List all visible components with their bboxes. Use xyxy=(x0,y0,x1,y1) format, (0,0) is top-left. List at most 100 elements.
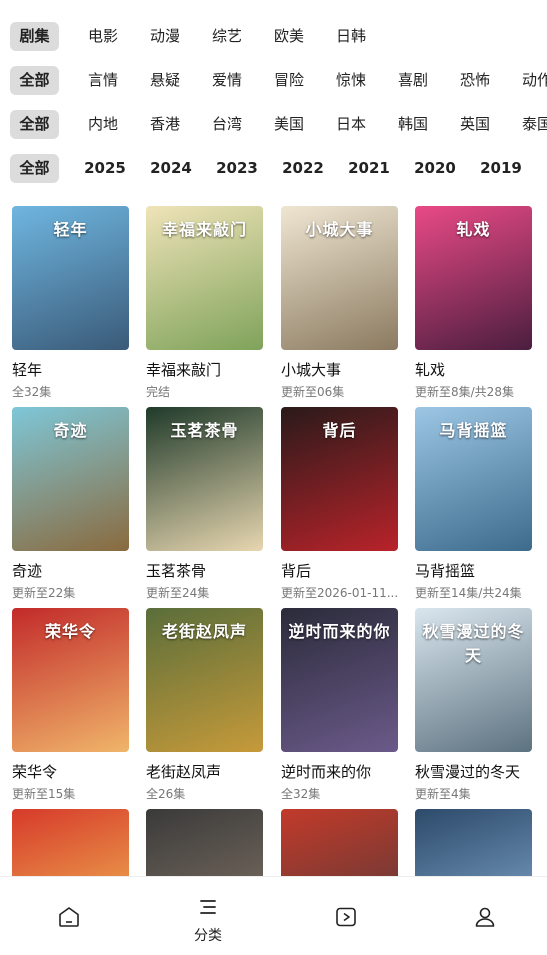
filter-chip-region-8[interactable]: 泰国 xyxy=(506,110,547,139)
show-poster[interactable]: 轧戏 xyxy=(415,206,532,350)
show-title: 奇迹 xyxy=(12,562,43,580)
filter-chip-region-1[interactable]: 内地 xyxy=(72,110,134,139)
filter-chip-year-3[interactable]: 2023 xyxy=(204,154,270,183)
poster-title-art: 逆时而来的你 xyxy=(288,622,391,641)
show-poster[interactable]: 逆时而来的你 xyxy=(281,608,398,752)
poster-title-art: 马背摇篮 xyxy=(439,421,508,440)
show-poster[interactable]: 马背摇篮 xyxy=(415,407,532,551)
filter-chip-genre-1[interactable]: 言情 xyxy=(72,66,134,95)
filter-chip-genre-3[interactable]: 爱情 xyxy=(196,66,258,95)
show-card[interactable] xyxy=(281,809,399,876)
filter-chip-genre-6[interactable]: 喜剧 xyxy=(382,66,444,95)
filter-row-category: 剧集 电影 动漫 综艺 欧美 日韩 xyxy=(0,14,547,58)
filter-chip-year-6[interactable]: 2020 xyxy=(402,154,468,183)
show-episode-status: 更新至22集 xyxy=(12,586,76,600)
filter-chip-region-0[interactable]: 全部 xyxy=(10,109,59,139)
show-episode-status: 全26集 xyxy=(146,787,186,801)
show-poster[interactable] xyxy=(12,809,129,876)
show-poster[interactable] xyxy=(146,809,263,876)
filter-row-genre: 全部 言情 悬疑 爱情 冒险 惊悚 喜剧 恐怖 动作 xyxy=(0,58,547,102)
show-card[interactable]: 玉茗茶骨 玉茗茶骨 更新至24集 xyxy=(146,407,264,601)
filter-chip-category-1[interactable]: 电影 xyxy=(72,22,134,51)
show-card[interactable] xyxy=(415,809,533,876)
show-card[interactable]: 秋雪漫过的冬天 秋雪漫过的冬天 更新至4集 xyxy=(415,608,533,802)
filter-chip-year-2[interactable]: 2024 xyxy=(138,154,204,183)
show-card[interactable]: 轻年 轻年 全32集 xyxy=(12,206,130,400)
show-poster[interactable]: 奇迹 xyxy=(12,407,129,551)
tab-category-label: 分类 xyxy=(194,928,222,944)
show-episode-status: 更新至06集 xyxy=(281,385,345,399)
filter-chip-region-5[interactable]: 日本 xyxy=(320,110,382,139)
poster-title-art: 幸福来敲门 xyxy=(161,220,247,239)
filter-panel: 剧集 电影 动漫 综艺 欧美 日韩 全部 言情 悬疑 爱情 冒险 惊悚 喜剧 恐怖 动作 全部 内地 香港 台湾… xyxy=(0,14,547,190)
poster-title-art: 老街赵凤声 xyxy=(161,622,247,641)
filter-chip-year-5[interactable]: 2021 xyxy=(336,154,402,183)
tab-home[interactable] xyxy=(34,877,104,955)
show-poster[interactable]: 玉茗茶骨 xyxy=(146,407,263,551)
play-icon xyxy=(336,907,356,927)
filter-chip-year-1[interactable]: 2025 xyxy=(72,154,138,183)
filter-chip-genre-2[interactable]: 悬疑 xyxy=(134,66,196,95)
tab-play[interactable] xyxy=(311,877,381,955)
show-title: 轧戏 xyxy=(415,361,446,379)
poster-title-art: 奇迹 xyxy=(53,421,88,440)
show-title: 逆时而来的你 xyxy=(281,763,372,781)
show-poster[interactable]: 荣华令 xyxy=(12,608,129,752)
show-card[interactable]: 小城大事 小城大事 更新至06集 xyxy=(281,206,399,400)
show-episode-status: 全32集 xyxy=(281,787,321,801)
filter-chip-year-7[interactable]: 2019 xyxy=(468,154,534,183)
show-poster[interactable]: 秋雪漫过的冬天 xyxy=(415,608,532,752)
filter-chip-genre-5[interactable]: 惊悚 xyxy=(320,66,382,95)
filter-chip-region-6[interactable]: 韩国 xyxy=(382,110,444,139)
show-episode-status: 更新至8集/共28集 xyxy=(415,385,514,399)
show-episode-status: 更新至4集 xyxy=(415,787,471,801)
show-title: 轻年 xyxy=(12,361,43,379)
show-card[interactable]: 逆时而来的你 逆时而来的你 全32集 xyxy=(281,608,399,802)
show-poster[interactable]: 背后 xyxy=(281,407,398,551)
show-poster[interactable]: 幸福来敲门 xyxy=(146,206,263,350)
filter-chip-region-2[interactable]: 香港 xyxy=(134,110,196,139)
bottom-tab-bar: 分类 xyxy=(0,876,547,955)
filter-chip-category-2[interactable]: 动漫 xyxy=(134,22,196,51)
show-title: 幸福来敲门 xyxy=(146,361,222,379)
show-card[interactable]: 老街赵凤声 老街赵凤声 全26集 xyxy=(146,608,264,802)
show-poster[interactable]: 老街赵凤声 xyxy=(146,608,263,752)
filter-chip-region-4[interactable]: 美国 xyxy=(258,110,320,139)
show-card[interactable]: 幸福来敲门 幸福来敲门 完结 xyxy=(146,206,264,400)
show-poster[interactable]: 小城大事 xyxy=(281,206,398,350)
show-title: 马背摇篮 xyxy=(415,562,476,580)
show-episode-status: 完结 xyxy=(146,385,171,399)
filter-chip-genre-8[interactable]: 动作 xyxy=(506,66,547,95)
show-card[interactable]: 马背摇篮 马背摇篮 更新至14集/共24集 xyxy=(415,407,533,601)
poster-title-art: 轻年 xyxy=(53,220,88,239)
filter-chip-category-0[interactable]: 剧集 xyxy=(10,21,59,51)
filter-chip-genre-4[interactable]: 冒险 xyxy=(258,66,320,95)
filter-chip-genre-0[interactable]: 全部 xyxy=(10,65,59,95)
filter-chip-year-0[interactable]: 全部 xyxy=(10,153,59,183)
show-poster[interactable]: 轻年 xyxy=(12,206,129,350)
filter-row-year: 全部 2025 2024 2023 2022 2021 2020 2019 xyxy=(0,146,547,190)
show-poster[interactable] xyxy=(281,809,398,876)
poster-title-art: 背后 xyxy=(322,421,357,440)
filter-chip-category-4[interactable]: 欧美 xyxy=(258,22,320,51)
filter-chip-region-7[interactable]: 英国 xyxy=(444,110,506,139)
show-title: 玉茗茶骨 xyxy=(146,562,207,580)
filter-chip-category-5[interactable]: 日韩 xyxy=(320,22,382,51)
filter-chip-region-3[interactable]: 台湾 xyxy=(196,110,258,139)
show-card[interactable]: 荣华令 荣华令 更新至15集 xyxy=(12,608,130,802)
poster-title-art: 轧戏 xyxy=(456,220,491,239)
show-card[interactable]: 奇迹 奇迹 更新至22集 xyxy=(12,407,130,601)
filter-chip-genre-7[interactable]: 恐怖 xyxy=(444,66,506,95)
filter-chip-category-3[interactable]: 综艺 xyxy=(196,22,258,51)
show-title: 秋雪漫过的冬天 xyxy=(415,763,521,781)
show-card[interactable] xyxy=(146,809,264,876)
show-episode-status: 更新至2026-01-11... xyxy=(281,586,399,600)
tab-profile[interactable] xyxy=(450,877,520,955)
poster-title-art: 荣华令 xyxy=(44,622,96,641)
show-card[interactable]: 背后 背后 更新至2026-01-11... xyxy=(281,407,399,601)
tab-category[interactable]: 分类 xyxy=(173,877,243,955)
filter-chip-year-4[interactable]: 2022 xyxy=(270,154,336,183)
show-card[interactable] xyxy=(12,809,130,876)
show-poster[interactable] xyxy=(415,809,532,876)
show-card[interactable]: 轧戏 轧戏 更新至8集/共28集 xyxy=(415,206,533,400)
